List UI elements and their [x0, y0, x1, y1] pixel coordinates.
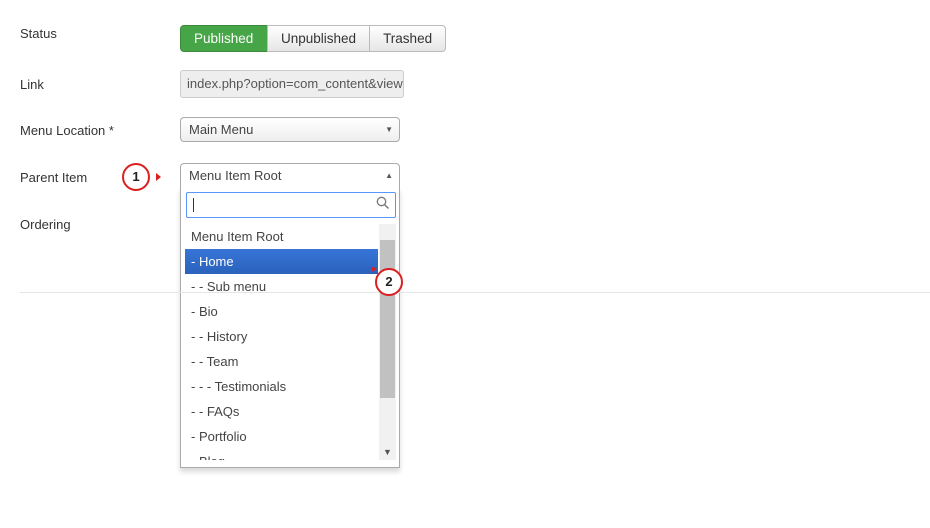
option-blog[interactable]: - Blog	[185, 449, 378, 460]
option-history[interactable]: - - History	[185, 324, 378, 349]
callout-pointer-1	[156, 173, 161, 181]
menu-location-value: Main Menu	[189, 122, 254, 137]
option-menu-item-root[interactable]: Menu Item Root	[185, 224, 378, 249]
status-button-group: Published Unpublished Trashed	[180, 25, 447, 52]
scroll-down-arrow-icon[interactable]: ▼	[379, 444, 396, 460]
chevron-down-icon: ▼	[385, 125, 393, 134]
option-testimonials[interactable]: - - - Testimonials	[185, 374, 378, 399]
option-portfolio[interactable]: - Portfolio	[185, 424, 378, 449]
ordering-label: Ordering	[20, 217, 71, 232]
unpublished-button[interactable]: Unpublished	[267, 25, 371, 52]
callout-marker-1: 1	[122, 163, 150, 191]
chevron-up-icon: ▲	[385, 171, 393, 180]
option-faqs[interactable]: - - FAQs	[185, 399, 378, 424]
link-label: Link	[20, 77, 44, 92]
option-bio[interactable]: - Bio	[185, 299, 378, 324]
parent-item-value: Menu Item Root	[189, 168, 282, 183]
parent-item-dropdown: Menu Item Root - Home - - Sub menu - Bio…	[180, 187, 400, 468]
parent-item-search-input[interactable]	[186, 192, 396, 218]
published-button[interactable]: Published	[180, 25, 268, 52]
callout-marker-2: 2	[375, 268, 403, 296]
trashed-button[interactable]: Trashed	[369, 25, 447, 52]
parent-item-select[interactable]: Menu Item Root ▲	[180, 163, 400, 188]
parent-item-options: Menu Item Root - Home - - Sub menu - Bio…	[185, 224, 378, 460]
text-caret	[193, 198, 194, 212]
parent-item-label: Parent Item	[20, 170, 88, 185]
option-home[interactable]: - Home	[185, 249, 378, 274]
section-divider	[20, 292, 930, 293]
menu-location-label: Menu Location *	[20, 123, 114, 138]
scrollbar-thumb[interactable]	[380, 240, 395, 398]
option-sub-menu[interactable]: - - Sub menu	[185, 274, 378, 299]
option-team[interactable]: - - Team	[185, 349, 378, 374]
menu-location-select[interactable]: Main Menu ▼	[180, 117, 400, 142]
link-field[interactable]: index.php?option=com_content&view	[180, 70, 404, 98]
dropdown-scrollbar[interactable]: ▼	[379, 224, 396, 460]
status-label: Status	[20, 26, 57, 41]
search-icon	[376, 196, 390, 210]
